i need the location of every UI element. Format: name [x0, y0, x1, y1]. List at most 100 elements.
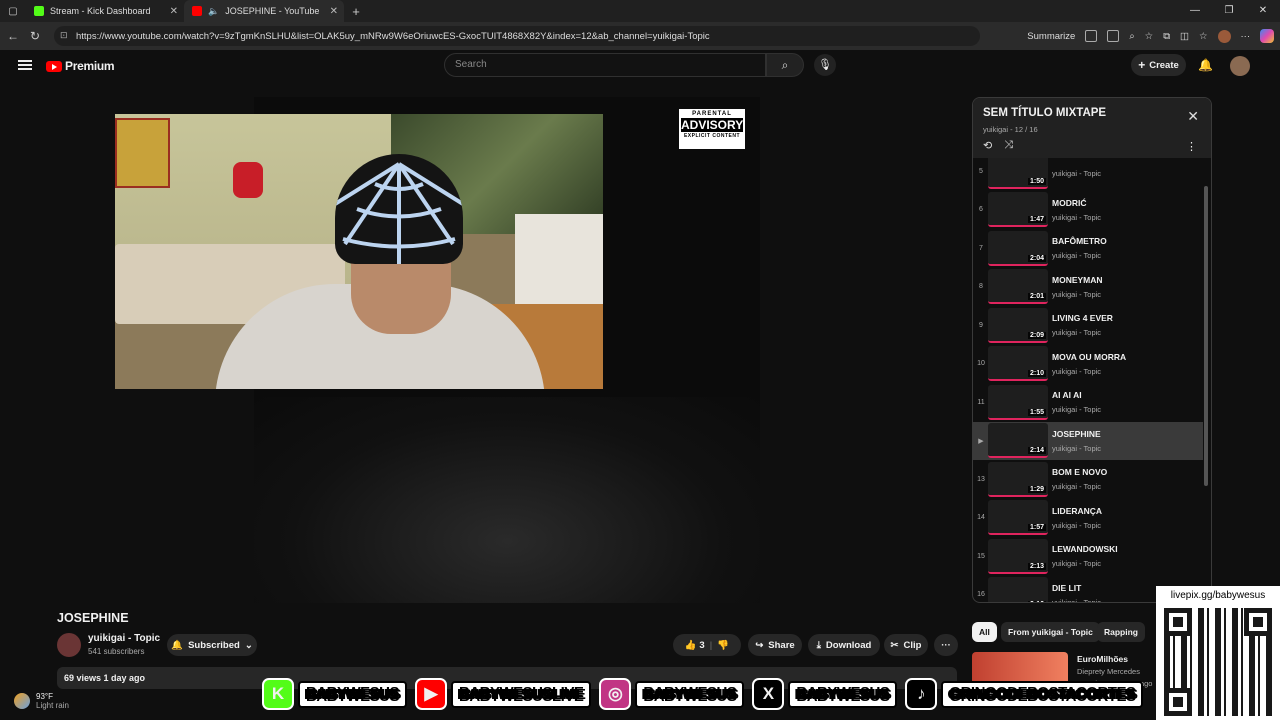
playlist-controls: ⟲ ⤨: [983, 139, 1013, 152]
youtube-premium-logo[interactable]: Premium: [46, 59, 115, 73]
playlist-item[interactable]: 13 1:29 BOM E NOVO yuikigai - Topic: [973, 460, 1203, 499]
app-icon[interactable]: [1107, 30, 1120, 42]
duration-badge: 1:57: [1027, 524, 1046, 532]
playlist-text: BOM E NOVO yuikigai - Topic: [1052, 467, 1107, 491]
playlist-item[interactable]: 7 2:04 BAFÔMETRO yuikigai - Topic: [973, 229, 1203, 268]
more-actions-button[interactable]: ···: [934, 634, 958, 656]
profile-icon[interactable]: [1217, 29, 1231, 43]
playlist-item-channel: yuikigai - Topic: [1052, 597, 1102, 603]
new-tab-icon[interactable]: +: [344, 4, 368, 19]
playlist-item[interactable]: 8 2:01 MONEYMAN yuikigai - Topic: [973, 268, 1203, 307]
duration-badge: 1:29: [1027, 485, 1046, 493]
tab-kick-dashboard[interactable]: Stream - Kick Dashboard ✕: [26, 0, 184, 22]
back-icon[interactable]: ←: [2, 29, 24, 43]
plus-icon: +: [1138, 58, 1146, 72]
tab-actions-icon[interactable]: ▢: [0, 6, 26, 17]
extension-icon[interactable]: [1085, 30, 1098, 42]
more-icon[interactable]: ···: [1241, 31, 1251, 42]
voice-search-button[interactable]: 🎙: [814, 54, 836, 76]
tab-youtube[interactable]: 🔈 JOSEPHINE - YouTube ✕: [184, 0, 344, 22]
social-platform-icon: ♪: [905, 678, 938, 710]
copilot-icon[interactable]: [1260, 29, 1274, 43]
share-label: Share: [768, 639, 795, 651]
close-window-icon[interactable]: ✕: [1246, 0, 1280, 22]
livepix-url: livepix.gg/babywesus: [1170, 590, 1266, 601]
playlist-header: SEM TÍTULO MIXTAPE yuikigai - 12 / 16 ✕ …: [973, 98, 1211, 158]
menu-icon[interactable]: [18, 60, 32, 70]
playlist-item[interactable]: 10 2:10 MOVA OU MORRA yuikigai - Topic: [973, 345, 1203, 384]
subscribed-button[interactable]: 🔔 Subscribed ⌄: [167, 634, 257, 656]
maximize-icon[interactable]: ❐: [1212, 0, 1246, 22]
channel-name[interactable]: yuikigai - Topic: [88, 633, 160, 644]
extensions-icon[interactable]: ⧉: [1163, 31, 1170, 42]
clip-button[interactable]: ✂ Clip: [884, 634, 928, 656]
playlist-item-title: MOVA OU MORRA: [1052, 351, 1127, 362]
playlist-item[interactable]: 11 1:55 AI AI AI yuikigai - Topic: [973, 383, 1203, 422]
playlist-item[interactable]: 6 1:47 MODRIĆ yuikigai - Topic: [973, 191, 1203, 230]
playlist-index: ▶: [978, 437, 984, 445]
favorite-icon[interactable]: ☆: [1145, 31, 1154, 42]
minimize-icon[interactable]: —: [1178, 0, 1212, 22]
account-avatar[interactable]: [1230, 56, 1250, 76]
playlist-item[interactable]: 14 1:57 LIDERANÇA yuikigai - Topic: [973, 499, 1203, 538]
playlist-item-channel: yuikigai - Topic: [1052, 520, 1102, 530]
playlist-text: AI AI AI yuikigai - Topic: [1052, 390, 1101, 414]
chip-rapping[interactable]: Rapping: [1097, 622, 1145, 642]
kick-icon: [34, 6, 44, 16]
download-button[interactable]: ⤓ Download: [808, 634, 880, 656]
qr-finder: [1164, 608, 1192, 636]
playlist-item-channel: yuikigai - Topic: [1052, 251, 1102, 261]
url-field[interactable]: ⊡ https://www.youtube.com/watch?v=9zTgmK…: [54, 26, 980, 46]
notifications-bell-icon[interactable]: 🔔: [1198, 58, 1213, 72]
more-vert-icon[interactable]: ⋮: [1186, 140, 1197, 153]
social-handle: ▶ BABYWESUSLIVE: [415, 678, 592, 710]
duration-badge: 2:09: [1027, 331, 1046, 339]
taskbar-weather[interactable]: 93°F Light rain: [14, 692, 69, 710]
livepix-qr-overlay: livepix.gg/babywesus: [1156, 586, 1280, 720]
chip-all[interactable]: All: [972, 622, 997, 642]
summarize-button[interactable]: Summarize: [1027, 31, 1075, 42]
shuffle-icon[interactable]: ⤨: [1004, 139, 1013, 152]
playlist-item[interactable]: 5 1:50 yuikigai - Topic: [973, 158, 1203, 191]
refresh-icon[interactable]: ↻: [24, 29, 46, 43]
site-info-icon[interactable]: ⊡: [60, 30, 68, 41]
bell-icon: 🔔: [171, 639, 184, 651]
create-button[interactable]: + Create: [1131, 54, 1186, 76]
playlist-item[interactable]: 15 2:13 LEWANDOWSKI yuikigai - Topic: [973, 537, 1203, 576]
address-bar-actions: Summarize ⌕ ☆ ⧉ ◫ ☆ ···: [1027, 26, 1274, 46]
playlist-thumbnail: 1:55: [988, 384, 1048, 420]
close-tab-icon[interactable]: ✕: [170, 6, 178, 17]
playlist-scrollbar[interactable]: [1204, 186, 1208, 486]
playlist-item[interactable]: 9 2:09 LIVING 4 EVER yuikigai - Topic: [973, 306, 1203, 345]
share-icon: ↪: [755, 639, 764, 651]
dislike-button[interactable]: 👎: [717, 640, 729, 651]
search-input[interactable]: Search: [444, 53, 766, 77]
split-screen-icon[interactable]: ◫: [1180, 31, 1189, 42]
youtube-logo-icon: [46, 60, 62, 72]
channel-avatar[interactable]: [57, 633, 81, 657]
tab-label: Stream - Kick Dashboard: [50, 6, 151, 16]
youtube-header: Premium Search ⌕ 🎙 + Create 🔔: [0, 50, 1280, 84]
album-art-crowd: [254, 397, 760, 603]
social-platform-icon: K: [262, 678, 294, 710]
close-tab-icon[interactable]: ✕: [330, 6, 338, 17]
social-platform-icon: X: [752, 678, 785, 710]
speaker-icon[interactable]: 🔈: [208, 6, 219, 17]
playlist-item[interactable]: ▶ 2:14 JOSEPHINE yuikigai - Topic: [973, 421, 1203, 460]
playlist-title[interactable]: SEM TÍTULO MIXTAPE: [983, 107, 1201, 119]
playlist-index: 13: [977, 475, 985, 483]
playlist-thumbnail: 2:13: [988, 538, 1048, 574]
search-button[interactable]: ⌕: [766, 53, 804, 77]
recommended-title[interactable]: EuroMilhões: [1077, 654, 1128, 664]
qr-finder: [1244, 608, 1272, 636]
share-button[interactable]: ↪ Share: [748, 634, 802, 656]
zoom-icon[interactable]: ⌕: [1129, 31, 1134, 42]
loop-icon[interactable]: ⟲: [983, 139, 992, 152]
collections-icon[interactable]: ☆: [1199, 31, 1208, 42]
chip-from-channel[interactable]: From yuikigai - Topic: [1001, 622, 1100, 642]
subscriber-count: 541 subscribers: [88, 647, 145, 656]
close-icon[interactable]: ✕: [1187, 108, 1199, 125]
playlist-item-title: LEWANDOWSKI: [1052, 544, 1118, 555]
like-button[interactable]: 👍 3: [685, 640, 705, 651]
social-platform-icon: ▶: [415, 678, 448, 710]
